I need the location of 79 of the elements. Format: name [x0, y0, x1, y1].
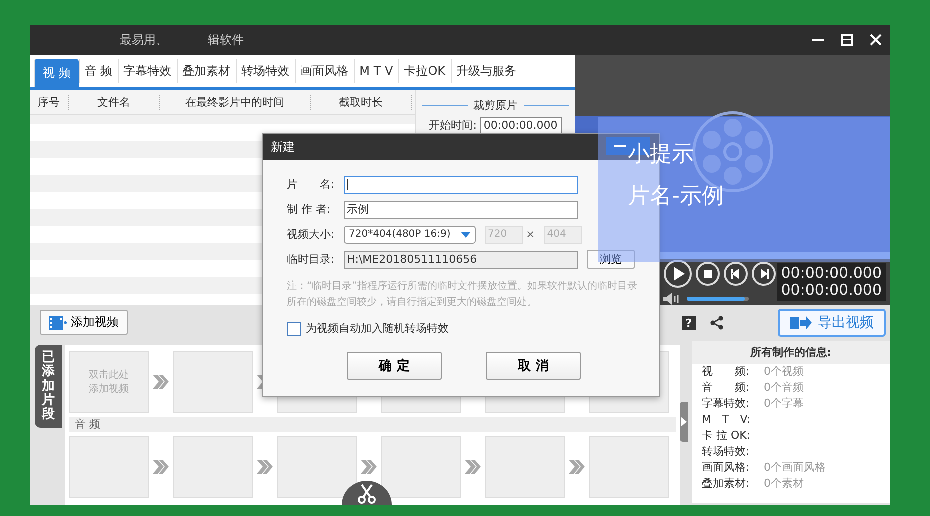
tab[interactable]: 字幕特效 — [118, 59, 177, 83]
help-button[interactable]: ? — [682, 316, 696, 330]
info-label: 卡 拉 OK: — [702, 428, 752, 444]
current-time: 00:00:00.000 — [781, 265, 882, 282]
panel-title: 裁剪原片 — [468, 99, 524, 112]
field-label: 开始时间: — [429, 118, 477, 133]
cancel-button[interactable]: 取 消 — [486, 352, 581, 380]
tab[interactable]: 升级与服务 — [450, 59, 522, 83]
share-icon[interactable] — [710, 316, 724, 330]
tip-title: 小提示 — [628, 141, 694, 169]
checkbox[interactable] — [287, 322, 301, 336]
video-size-dropdown[interactable]: 720*404(480P 16:9) — [344, 226, 476, 244]
temp-directory-field[interactable]: H:\ME20180511110656 — [344, 250, 578, 268]
window-title: 最易用、 — [120, 32, 168, 48]
info-value: 0个素材 — [764, 476, 804, 492]
ok-button[interactable]: 确 定 — [347, 352, 442, 380]
close-icon[interactable] — [870, 34, 882, 46]
info-label: 音 频: — [702, 380, 751, 396]
chevron-icon — [569, 460, 585, 474]
volume-slider-fill[interactable] — [687, 297, 745, 301]
expand-handle[interactable] — [680, 402, 688, 442]
info-label: M T V: — [702, 412, 752, 428]
column-header: 截取时长 — [311, 94, 412, 110]
start-time-field[interactable]: 00:00:00.000 — [480, 117, 562, 134]
speaker-icon[interactable] — [663, 293, 681, 305]
dialog-title: 新建 — [271, 138, 295, 156]
side-tab[interactable]: 已添加片段 — [35, 345, 62, 428]
tab[interactable]: 画面风格 — [294, 59, 354, 83]
info-value: 0个画面风格 — [764, 460, 826, 476]
tab[interactable]: M T V — [354, 59, 398, 83]
info-label: 画面风格: — [702, 460, 751, 476]
info-label: 叠加素材: — [702, 476, 751, 492]
info-label: 字幕特效: — [702, 396, 751, 412]
chevron-icon — [257, 460, 273, 474]
field-label: 片 名: — [287, 177, 336, 192]
next-frame-button[interactable] — [751, 261, 777, 287]
input-field[interactable] — [344, 176, 578, 194]
export-video-button[interactable]: 导出视频 — [778, 309, 886, 337]
window-title: 辑软件 — [208, 32, 244, 48]
previous-frame-button[interactable] — [723, 261, 749, 287]
play-button[interactable] — [663, 259, 693, 289]
panel-title: 所有制作的信息: — [692, 341, 890, 364]
scissors-button[interactable] — [342, 481, 392, 505]
info-value: 0个视频 — [764, 364, 804, 380]
tab[interactable]: 转场特效 — [236, 59, 295, 83]
field-label: 临时目录: — [287, 252, 336, 267]
times-sign: × — [526, 228, 536, 241]
film-plus-icon — [49, 316, 67, 330]
audio-track-label: 音 频 — [69, 417, 676, 432]
maximize-icon[interactable] — [841, 34, 853, 46]
info-label: 视 频: — [702, 364, 751, 380]
info-label: 转场特效: — [702, 444, 751, 460]
export-arrow-icon — [790, 316, 812, 330]
height-field: 404 — [544, 226, 582, 244]
chevron-icon — [153, 375, 169, 389]
dropdown-caret-icon — [461, 232, 471, 238]
tip-text: 片名-示例 — [628, 183, 724, 211]
tab[interactable]: 叠加素材 — [176, 59, 236, 83]
audio-slot[interactable] — [277, 436, 357, 498]
input-field[interactable]: 示例 — [344, 200, 578, 218]
column-header: 文件名 — [69, 94, 160, 110]
field-label: 制 作 者: — [287, 202, 332, 217]
column-header: 在最终影片中的时间 — [160, 94, 311, 110]
stop-button[interactable] — [695, 261, 721, 287]
tab[interactable]: 视 频 — [34, 59, 79, 87]
info-value: 0个字幕 — [764, 396, 804, 412]
chevron-icon — [153, 460, 169, 474]
tab[interactable]: 音 频 — [78, 59, 118, 83]
tab[interactable]: 卡拉OK — [398, 59, 451, 83]
checkbox-label: 为视频自动加入随机转场特效 — [306, 321, 449, 336]
note-text: 注：“临时目录”指程序运行所需的临时文件摆放位置。如果软件默认的临时目录所在的磁盘空间较少，请自行指定到更大的磁盘空间处。 — [287, 280, 638, 310]
total-time: 00:00:00.000 — [781, 282, 882, 299]
width-field: 720 — [485, 226, 523, 244]
column-header: 序号 — [30, 94, 69, 110]
add-video-button[interactable]: 添加视频 — [40, 310, 128, 335]
info-value: 0个音频 — [764, 380, 804, 396]
field-label: 视频大小: — [287, 227, 336, 242]
chevron-icon — [361, 460, 377, 474]
chevron-icon — [465, 460, 481, 474]
